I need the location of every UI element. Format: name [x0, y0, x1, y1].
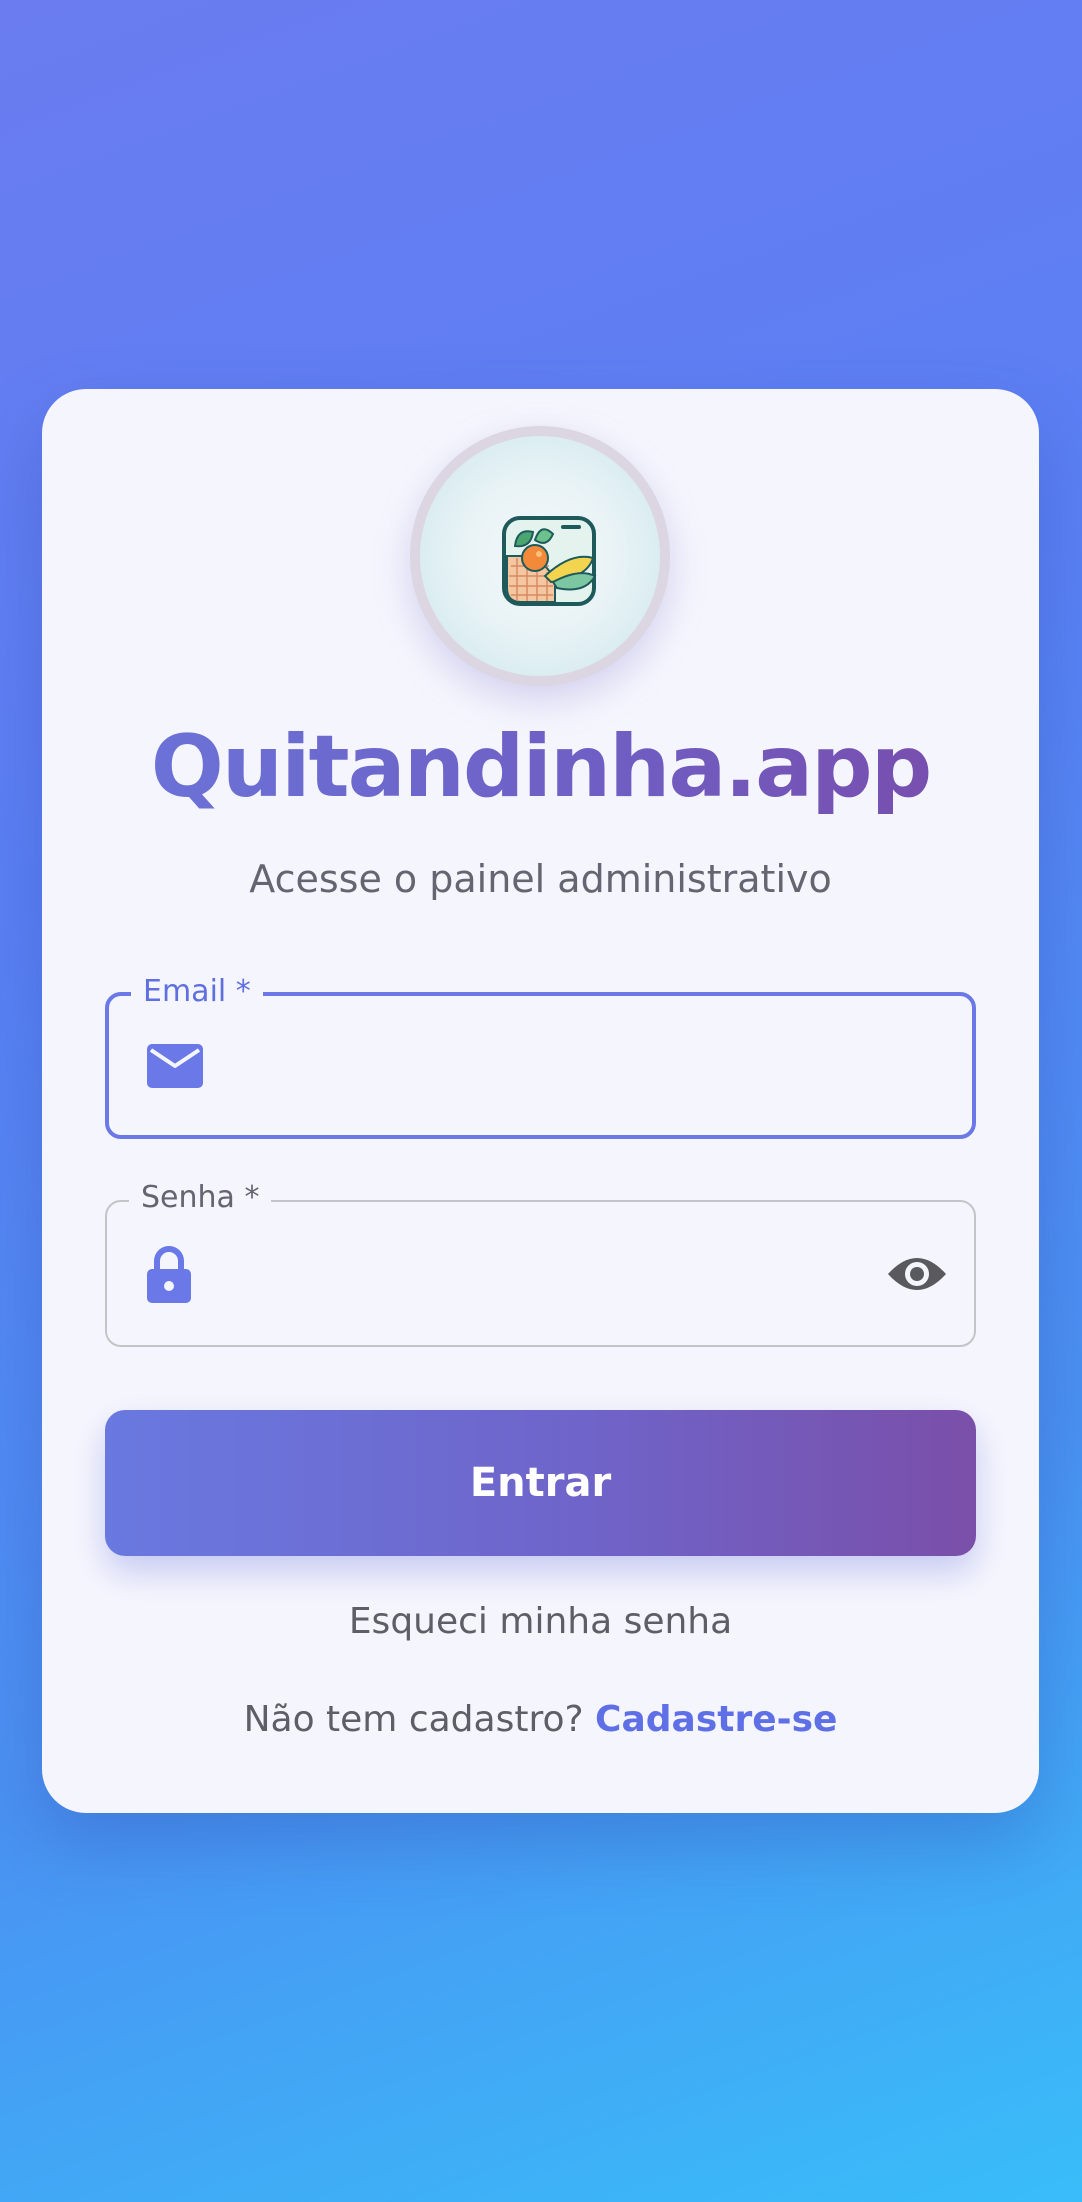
forgot-password-link[interactable]: Esqueci minha senha: [42, 1597, 1039, 1647]
signup-link[interactable]: Cadastre-se: [595, 1699, 837, 1740]
logo-badge: [410, 426, 670, 686]
password-field[interactable]: Senha *: [105, 1180, 976, 1347]
signup-prompt: Não tem cadastro?: [243, 1699, 584, 1740]
page-subtitle: Acesse o painel administrativo: [249, 857, 832, 901]
lock-icon: [147, 1245, 191, 1303]
password-input[interactable]: [227, 1202, 854, 1345]
app-title: Quitandinha.app: [42, 712, 1039, 822]
login-button[interactable]: Entrar: [105, 1410, 976, 1556]
logo-badge-inner: [420, 436, 660, 676]
envelope-icon: [147, 1043, 203, 1088]
signup-row: Não tem cadastro? Cadastre-se: [42, 1695, 1039, 1745]
produce-basket-icon: [502, 516, 597, 606]
email-field[interactable]: Email *: [105, 974, 976, 1139]
eye-icon[interactable]: [886, 1250, 948, 1298]
login-card: Quitandinha.app Acesse o painel administ…: [42, 389, 1039, 1813]
email-input[interactable]: [229, 996, 852, 1135]
